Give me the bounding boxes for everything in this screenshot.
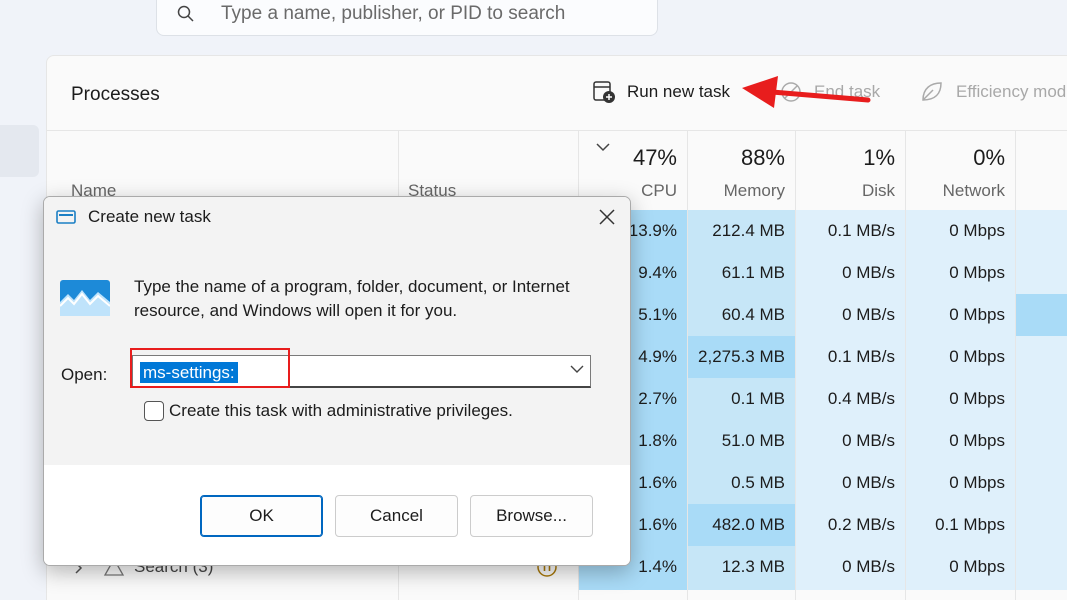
- network-cell: 0 Mbps: [949, 557, 1005, 576]
- memory-cell: 0.5 MB: [731, 473, 785, 492]
- disk-column-header[interactable]: 1% Disk: [795, 131, 905, 211]
- annotation-highlight-box: [130, 348, 290, 388]
- disk-cell: 0.2 MB/s: [827, 515, 895, 534]
- memory-cell: 60.4 MB: [721, 305, 785, 324]
- memory-cell: 2,275.3 MB: [698, 347, 785, 366]
- dialog-footer: OK Cancel Browse...: [44, 465, 630, 565]
- efficiency-leaf-icon: [922, 82, 942, 101]
- memory-cell: 61.1 MB: [721, 263, 785, 282]
- disk-cell: 0.1 MB/s: [827, 347, 895, 366]
- network-cell: 0 Mbps: [949, 473, 1005, 492]
- sort-chevron-icon: [596, 143, 610, 152]
- network-cell: 0.1 Mbps: [935, 515, 1005, 534]
- disk-cell: 0.4 MB/s: [827, 389, 895, 408]
- disk-column-label: Disk: [861, 181, 895, 200]
- dialog-description: Type the name of a program, folder, docu…: [134, 277, 570, 320]
- run-task-icon: [593, 81, 615, 103]
- network-cell: 0 Mbps: [949, 263, 1005, 282]
- run-dialog-icon: [60, 280, 110, 316]
- disk-cell: 0.1 MB/s: [827, 221, 895, 240]
- cancel-button[interactable]: Cancel: [335, 495, 458, 537]
- dropdown-chevron-icon[interactable]: [570, 365, 584, 374]
- app-window-icon: [56, 210, 76, 224]
- page-title: Processes: [71, 84, 160, 105]
- run-new-task-button[interactable]: Run new task: [592, 80, 730, 104]
- memory-cell: 51.0 MB: [721, 431, 785, 450]
- cpu-total-percent: 47%: [632, 145, 677, 170]
- search-placeholder: Type a name, publisher, or PID to search: [221, 3, 566, 24]
- search-box[interactable]: Type a name, publisher, or PID to search: [156, 0, 658, 36]
- network-cell: 0 Mbps: [949, 305, 1005, 324]
- network-cell: 0 Mbps: [949, 431, 1005, 450]
- memory-cell: 0.1 MB: [731, 389, 785, 408]
- admin-privileges-checkbox[interactable]: [144, 401, 164, 421]
- dialog-title: Create new task: [88, 207, 211, 226]
- browse-button[interactable]: Browse...: [470, 495, 593, 537]
- disk-cell: 0 MB/s: [842, 263, 895, 282]
- close-icon[interactable]: [596, 206, 618, 228]
- disk-cell: 0 MB/s: [842, 305, 895, 324]
- memory-column-label: Memory: [723, 181, 785, 200]
- memory-cell: 482.0 MB: [712, 515, 785, 534]
- run-new-task-label: Run new task: [627, 82, 730, 101]
- memory-total-percent: 88%: [740, 145, 785, 170]
- network-cell: 0 Mbps: [949, 347, 1005, 366]
- create-new-task-dialog: Create new task Type the name of a progr…: [43, 196, 631, 566]
- admin-privileges-label[interactable]: Create this task with administrative pri…: [169, 401, 513, 421]
- disk-cell: 0 MB/s: [842, 557, 895, 576]
- network-total-percent: 0%: [973, 145, 1005, 170]
- ok-button[interactable]: OK: [200, 495, 323, 537]
- open-label: Open:: [61, 365, 108, 384]
- memory-cell: 212.4 MB: [712, 221, 785, 240]
- network-column-header[interactable]: 0% Network: [905, 131, 1015, 211]
- nav-rail-selected-item[interactable]: [0, 125, 39, 177]
- memory-column-header[interactable]: 88% Memory: [687, 131, 795, 211]
- dialog-titlebar[interactable]: Create new task: [44, 197, 630, 239]
- disk-cell: 0 MB/s: [842, 431, 895, 450]
- cpu-column-label: CPU: [641, 181, 677, 200]
- annotation-arrow: [742, 76, 871, 108]
- network-column-label: Network: [942, 181, 1005, 200]
- efficiency-mode-button[interactable]: Efficiency mode: [919, 80, 1067, 104]
- efficiency-mode-label: Efficiency mode: [956, 82, 1067, 101]
- disk-total-percent: 1%: [863, 145, 895, 170]
- search-icon: [177, 5, 194, 22]
- disk-cell: 0 MB/s: [842, 473, 895, 492]
- memory-cell: 12.3 MB: [721, 557, 785, 576]
- network-cell: 0 Mbps: [949, 389, 1005, 408]
- network-cell: 0 Mbps: [949, 221, 1005, 240]
- dialog-body: Type the name of a program, folder, docu…: [44, 239, 630, 465]
